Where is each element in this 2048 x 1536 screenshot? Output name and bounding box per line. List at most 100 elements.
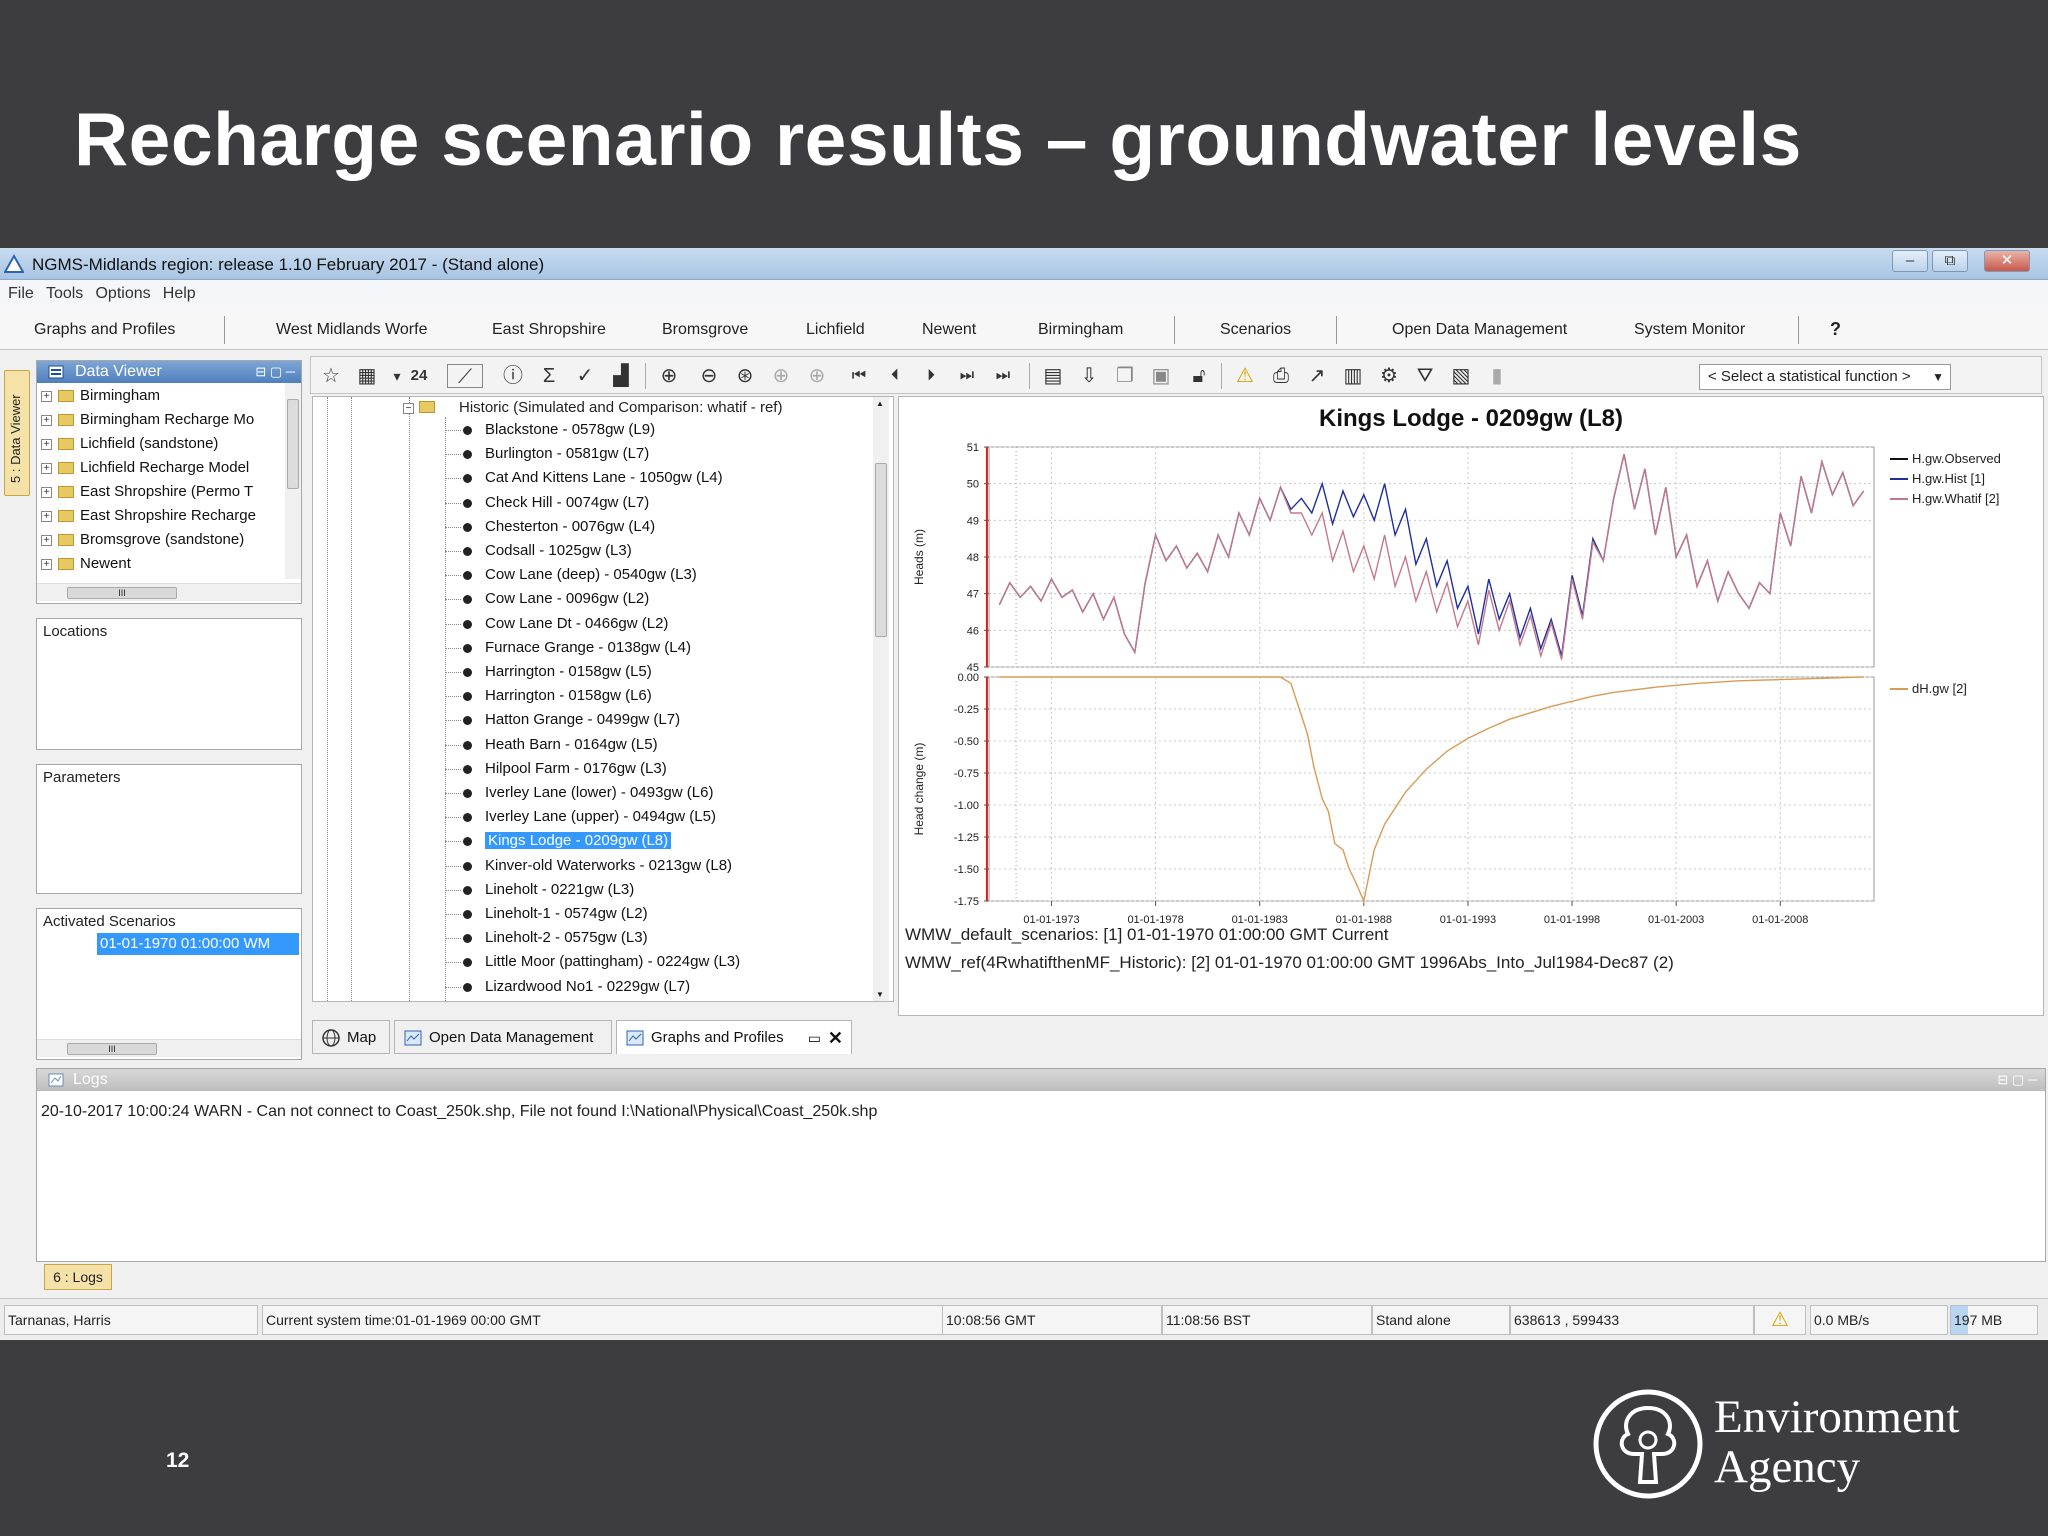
panel-window-controls-icon[interactable]: ⊟ ▢ ─	[1997, 1069, 2037, 1091]
location-item[interactable]: Kinver-old Waterworks - 0213gw (L8)	[485, 855, 732, 877]
tab-bromsgrove[interactable]: Bromsgrove	[662, 321, 748, 339]
tab-east-shropshire[interactable]: East Shropshire	[492, 321, 606, 339]
lock-icon[interactable]: 🔓︎	[1187, 364, 1211, 388]
location-item[interactable]: Cow Lane - 0096gw (L2)	[485, 588, 649, 610]
tab-open-data-management[interactable]: Open Data Management	[1392, 321, 1567, 339]
document-icon[interactable]: ▤	[1041, 364, 1065, 388]
warning-icon[interactable]: ⚠	[1233, 364, 1257, 388]
export-icon[interactable]: ⇩	[1077, 364, 1101, 388]
tree-item[interactable]: + East Shropshire (Permo T	[41, 481, 253, 503]
info-icon[interactable]: ⓘ	[501, 364, 525, 388]
vertical-scrollbar[interactable]: ▲ ▼	[873, 397, 889, 1001]
location-item[interactable]: Lineholt-2 - 0575gw (L3)	[485, 927, 648, 949]
location-item[interactable]: Lineholt - 0221gw (L3)	[485, 879, 634, 901]
checklist-icon[interactable]: ✓	[573, 364, 597, 388]
tab-help[interactable]: ?	[1830, 319, 1841, 340]
tab-scenarios[interactable]: Scenarios	[1220, 321, 1291, 339]
location-item[interactable]: Harrington - 0158gw (L6)	[485, 685, 652, 707]
collapse-icon[interactable]: −	[403, 403, 414, 414]
menu-help[interactable]: Help	[163, 285, 196, 303]
location-item[interactable]: Burlington - 0581gw (L7)	[485, 443, 649, 465]
location-item[interactable]: Codsall - 1025gw (L3)	[485, 540, 632, 562]
activated-scenario-item[interactable]: 01-01-1970 01:00:00 WM	[97, 933, 299, 955]
location-item[interactable]: Cat And Kittens Lane - 1050gw (L4)	[485, 467, 723, 489]
favourite-star-icon[interactable]: ☆	[319, 364, 343, 388]
data-viewer-side-tab[interactable]: 5 : Data Viewer	[4, 370, 30, 496]
location-item[interactable]: Blackstone - 0578gw (L9)	[485, 419, 655, 441]
chart-settings-icon[interactable]: ▧	[1449, 364, 1473, 388]
tab-lichfield[interactable]: Lichfield	[806, 321, 865, 339]
print-icon[interactable]: ⎙	[1269, 364, 1293, 388]
histogram-icon[interactable]: ▥	[1341, 364, 1365, 388]
scroll-down-icon[interactable]: ▼	[876, 990, 884, 999]
tab-birmingham[interactable]: Birmingham	[1038, 321, 1123, 339]
tree-item[interactable]: + Bromsgrove (sandstone)	[41, 529, 244, 551]
location-item[interactable]: Chesterton - 0076gw (L4)	[485, 516, 655, 538]
tree-item[interactable]: + Newent	[41, 553, 131, 575]
location-item[interactable]: Iverley Lane (lower) - 0493gw (L6)	[485, 782, 713, 804]
zoom-fit-icon[interactable]: ⊛	[733, 364, 757, 388]
location-item[interactable]: Hilpool Farm - 0176gw (L3)	[485, 758, 667, 780]
trend-icon[interactable]: ↗	[1305, 364, 1329, 388]
tab-newent[interactable]: Newent	[922, 321, 976, 339]
location-item[interactable]: Cow Lane (deep) - 0540gw (L3)	[485, 564, 697, 586]
legend-icon[interactable]: ▮	[1485, 364, 1509, 388]
maximize-button[interactable]: ⧉	[1932, 250, 1968, 272]
tree-item[interactable]: + Lichfield (sandstone)	[41, 433, 218, 455]
location-item[interactable]: Little Moor (pattingham) - 0224gw (L3)	[485, 951, 740, 973]
tree-item[interactable]: + Lichfield Recharge Model	[41, 457, 249, 479]
minimize-button[interactable]: –	[1892, 250, 1928, 272]
tab-system-monitor[interactable]: System Monitor	[1634, 321, 1745, 339]
zoom-in-icon[interactable]: ⊕	[657, 364, 681, 388]
close-view-icon[interactable]: ✕	[828, 1021, 843, 1055]
filter-icon[interactable]: ⛛	[1413, 364, 1437, 388]
fast-forward-icon[interactable]: ⏭	[955, 364, 979, 388]
tools-icon[interactable]: ⚙	[1377, 364, 1401, 388]
location-item[interactable]: Harrington - 0158gw (L5)	[485, 661, 652, 683]
tab-graphs-profiles[interactable]: Graphs and Profiles	[34, 321, 175, 339]
scroll-up-icon[interactable]: ▲	[876, 399, 884, 408]
next-icon[interactable]: ⏵	[919, 364, 943, 388]
menu-tools[interactable]: Tools	[46, 285, 83, 303]
location-item[interactable]: Hatton Grange - 0499gw (L7)	[485, 709, 680, 731]
bar-chart-icon[interactable]: ▟	[609, 364, 633, 388]
zoom-x-icon[interactable]: ⊕	[769, 364, 793, 388]
tab-map[interactable]: Map	[312, 1020, 390, 1054]
location-item[interactable]: Check Hill - 0074gw (L7)	[485, 492, 649, 514]
tree-item[interactable]: + East Shropshire Recharge	[41, 505, 256, 527]
line-chart-icon[interactable]: ⟋	[447, 364, 483, 388]
location-item[interactable]: Kings Lodge - 0209gw (L8)	[485, 830, 672, 852]
panel-window-controls-icon[interactable]: ⊟ ▢ ─	[255, 361, 295, 383]
horizontal-scrollbar[interactable]: III	[37, 583, 301, 601]
location-item[interactable]: Heath Barn - 0164gw (L5)	[485, 734, 658, 756]
horizontal-scrollbar[interactable]: III	[37, 1039, 301, 1057]
status-warning-icon[interactable]: ⚠	[1754, 1305, 1806, 1335]
vertical-scrollbar[interactable]	[285, 383, 301, 579]
statistical-function-select[interactable]: < Select a statistical function > ▼	[1699, 364, 1951, 390]
paste-icon[interactable]: ▣	[1149, 364, 1173, 388]
location-item[interactable]: Lineholt-1 - 0574gw (L2)	[485, 903, 648, 925]
menu-file[interactable]: File	[8, 285, 34, 303]
tab-open-data-management-view[interactable]: Open Data Management	[394, 1020, 612, 1054]
tree-root-label[interactable]: Historic (Simulated and Comparison: what…	[459, 397, 782, 419]
tree-item[interactable]: + Birmingham	[41, 385, 160, 407]
menu-options[interactable]: Options	[95, 285, 150, 303]
table-grid-icon[interactable]: ▦	[355, 364, 379, 388]
maximize-view-icon[interactable]: ▭	[808, 1021, 821, 1055]
location-item[interactable]: Iverley Lane (upper) - 0494gw (L5)	[485, 806, 716, 828]
previous-icon[interactable]: ⏴	[883, 364, 907, 388]
sum-icon[interactable]: Σ	[537, 364, 561, 388]
first-icon[interactable]: ⏮	[847, 364, 871, 388]
last-icon[interactable]: ⏭	[991, 364, 1015, 388]
location-item[interactable]: Furnace Grange - 0138gw (L4)	[485, 637, 691, 659]
copy-icon[interactable]: ❐	[1113, 364, 1137, 388]
hours-24-icon[interactable]: 24	[407, 364, 431, 388]
tab-west-midlands-worfe[interactable]: West Midlands Worfe	[276, 321, 427, 339]
close-button[interactable]: ✕	[1984, 250, 2030, 272]
logs-side-tab[interactable]: 6 : Logs	[44, 1264, 112, 1290]
zoom-out-icon[interactable]: ⊖	[697, 364, 721, 388]
location-item[interactable]: Lizardwood No1 - 0229gw (L7)	[485, 976, 690, 998]
location-item[interactable]: Cow Lane Dt - 0466gw (L2)	[485, 613, 668, 635]
tab-graphs-profiles-view[interactable]: Graphs and Profiles ▭ ✕	[616, 1020, 852, 1054]
tree-item[interactable]: + Birmingham Recharge Mo	[41, 409, 254, 431]
